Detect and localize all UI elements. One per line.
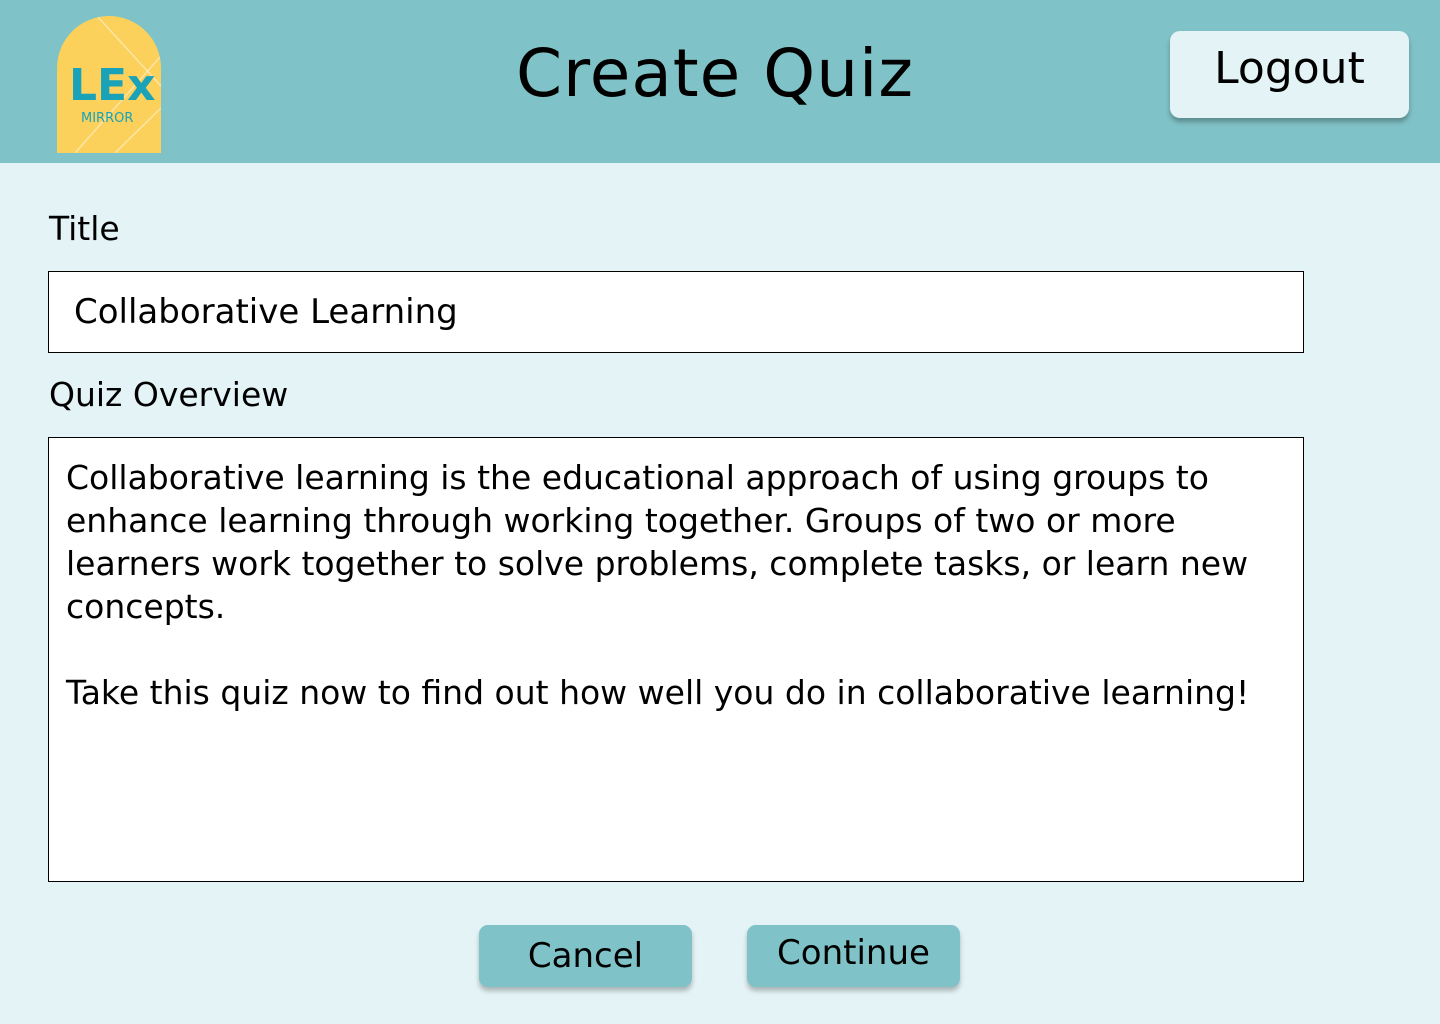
cancel-button[interactable]: Cancel (479, 925, 692, 987)
app-header: LEx MIRROR Create Quiz Logout (0, 0, 1440, 163)
quiz-title-input[interactable] (48, 271, 1304, 353)
title-label: Title (49, 209, 120, 248)
overview-label: Quiz Overview (49, 375, 289, 414)
quiz-overview-textarea[interactable]: Collaborative learning is the educationa… (48, 437, 1304, 882)
continue-button[interactable]: Continue (747, 925, 960, 987)
logout-button[interactable]: Logout (1170, 31, 1409, 118)
